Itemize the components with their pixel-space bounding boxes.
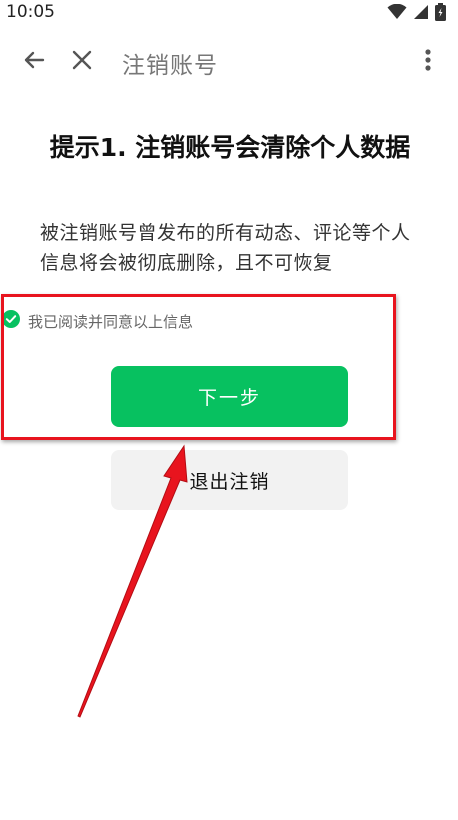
signal-icon [413,4,429,24]
account-deletion-screen: 10:05 注销账号 提示1. 注销账号会清除个人数据 被注销账号曾发布的所有动… [0,0,458,820]
back-button[interactable] [16,44,52,80]
arrow-left-icon [22,48,46,76]
close-icon [71,49,93,75]
more-vertical-icon [424,48,432,76]
battery-icon [435,3,446,25]
app-bar: 注销账号 [0,30,458,94]
status-bar: 10:05 [0,0,458,28]
page-title: 注销账号 [122,53,218,79]
warning-headline: 提示1. 注销账号会清除个人数据 [49,133,411,162]
exit-deletion-button[interactable]: 退出注销 [111,450,348,510]
annotation-highlight-box [1,294,396,440]
warning-description: 被注销账号曾发布的所有动态、评论等个人信息将会被彻底删除，且不可恢复 [40,222,411,274]
status-time: 10:05 [6,2,55,22]
status-icons [387,3,446,25]
wifi-icon [387,3,407,24]
more-options-button[interactable] [410,44,446,80]
close-button[interactable] [64,44,100,80]
